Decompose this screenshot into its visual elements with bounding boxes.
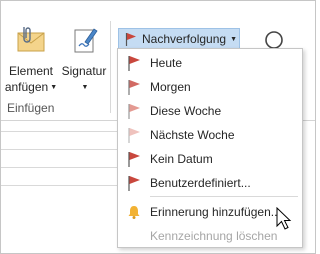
signature-pen-icon [74, 28, 98, 53]
body-line [1, 131, 119, 132]
menu-separator [150, 196, 298, 197]
menu-item-label: Kennzeichnung löschen [150, 229, 278, 243]
menu-item-morgen[interactable]: Morgen [118, 76, 302, 98]
message-body-lines [1, 124, 119, 203]
group-separator [110, 21, 111, 113]
menu-item-label: Diese Woche [150, 104, 222, 118]
signatur-label: Signatur [61, 64, 107, 78]
menu-item-label: Benutzerdefiniert... [150, 176, 251, 190]
menu-item-erinnerung-hinzufuegen[interactable]: Erinnerung hinzufügen... [118, 201, 302, 223]
menu-item-label: Kein Datum [150, 152, 213, 166]
flag-icon [128, 104, 140, 119]
menu-item-heute[interactable]: Heute [118, 52, 302, 74]
element-anfuegen-label-2: anfügen ▼ [4, 80, 58, 94]
element-anfuegen-label-1: Element [8, 64, 54, 78]
body-line [1, 149, 119, 150]
menu-item-label: Nächste Woche [150, 128, 235, 142]
menu-item-naechste-woche[interactable]: Nächste Woche [118, 124, 302, 146]
group-label-einfuegen: Einfügen [7, 101, 55, 115]
nachverfolgung-button[interactable]: Nachverfolgung ▼ [118, 28, 240, 50]
flag-icon [128, 80, 140, 95]
menu-item-kennzeichnung-loeschen[interactable]: Kennzeichnung löschen [118, 225, 302, 247]
paperclip-envelope-icon [17, 27, 45, 52]
menu-item-diese-woche[interactable]: Diese Woche [118, 100, 302, 122]
menu-item-label: Erinnerung hinzufügen... [150, 205, 281, 219]
signatur-dropdown: ▼ [59, 79, 109, 96]
flag-icon [128, 176, 140, 191]
chevron-down-icon: ▼ [230, 35, 237, 43]
chevron-down-icon: ▼ [81, 83, 89, 91]
flag-icon [128, 56, 140, 71]
nachverfolgung-label: Nachverfolgung [142, 32, 227, 46]
menu-item-benutzerdefiniert[interactable]: Benutzerdefiniert... [118, 172, 302, 194]
element-anfuegen-button[interactable]: Element anfügen ▼ [3, 25, 59, 96]
flag-icon [128, 128, 140, 143]
menu-item-label: Morgen [150, 80, 191, 94]
signatur-button[interactable]: Signatur ▼ [59, 25, 109, 96]
chevron-down-icon: ▼ [50, 83, 58, 91]
body-line [1, 167, 119, 168]
body-line [1, 185, 119, 186]
bell-icon [128, 206, 140, 219]
menu-item-label: Heute [150, 56, 183, 70]
flag-icon [125, 33, 136, 46]
menu-item-kein-datum[interactable]: Kein Datum [118, 148, 302, 170]
mouse-cursor-icon [276, 207, 292, 230]
flag-icon [128, 152, 140, 167]
